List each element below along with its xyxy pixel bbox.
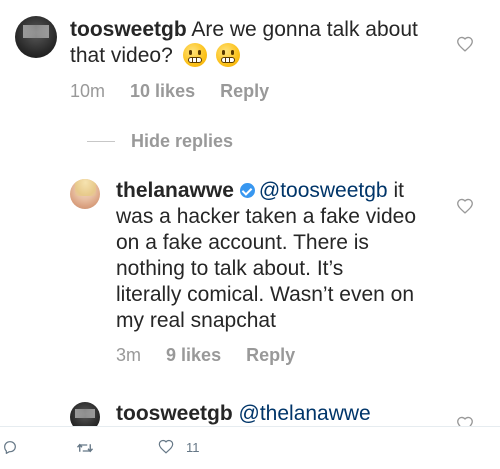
reply-icon[interactable] — [2, 439, 18, 455]
reply-username[interactable]: thelanawwe — [116, 179, 234, 202]
comment-meta: 10m 10 likes Reply — [70, 81, 289, 102]
retweet-icon[interactable] — [76, 439, 94, 457]
reply-line: literally comical. Wasn’t even on — [116, 283, 414, 306]
reply-line: my real snapchat — [116, 309, 276, 332]
hide-replies-label[interactable]: Hide replies — [131, 131, 233, 152]
tweet-action-bar: 11 — [0, 426, 500, 469]
heart-icon[interactable] — [456, 198, 474, 214]
divider — [87, 140, 115, 142]
reply-button[interactable]: Reply — [246, 345, 295, 365]
reply-likes[interactable]: 9 likes — [166, 345, 221, 365]
avatar-thelanawwe[interactable] — [70, 179, 100, 209]
comment-likes[interactable]: 10 likes — [130, 81, 195, 101]
reply-line: nothing to talk about. It’s — [116, 257, 344, 280]
comment-username[interactable]: toosweetgb — [70, 18, 187, 41]
hide-replies-toggle[interactable]: Hide replies — [87, 130, 233, 152]
reply-line-1-text: it — [387, 179, 404, 202]
reply-line: was a hacker taken a fake video — [116, 205, 417, 228]
comment-body: toosweetgb Are we gonna talk about that … — [70, 17, 430, 69]
heart-icon[interactable] — [456, 36, 474, 52]
verified-badge-icon — [239, 183, 255, 198]
reply-meta: 3m 9 likes Reply — [116, 345, 315, 366]
reply-mention[interactable]: @toosweetgb — [259, 179, 388, 202]
reply-button[interactable]: Reply — [220, 81, 269, 101]
reply-body: thelanawwe @toosweetgb it was a hacker ta… — [116, 178, 456, 334]
reply-line: on a fake account. There is — [116, 231, 369, 254]
grimacing-face-emoji-icon — [182, 43, 207, 67]
reply-mention[interactable]: @thelanawwe — [239, 402, 371, 425]
grimacing-face-emoji-icon — [216, 43, 241, 67]
avatar-toosweetgb[interactable] — [15, 16, 57, 58]
reply-line-1: thelanawwe @toosweetgb it — [116, 178, 456, 204]
reply-body: toosweetgb @thelanawwe — [116, 401, 456, 427]
like-count: 11 — [186, 440, 200, 455]
like-heart-icon[interactable] — [158, 439, 174, 454]
comment-time: 10m — [70, 81, 106, 101]
reply-username[interactable]: toosweetgb — [116, 402, 233, 425]
reply-time: 3m — [116, 345, 142, 365]
